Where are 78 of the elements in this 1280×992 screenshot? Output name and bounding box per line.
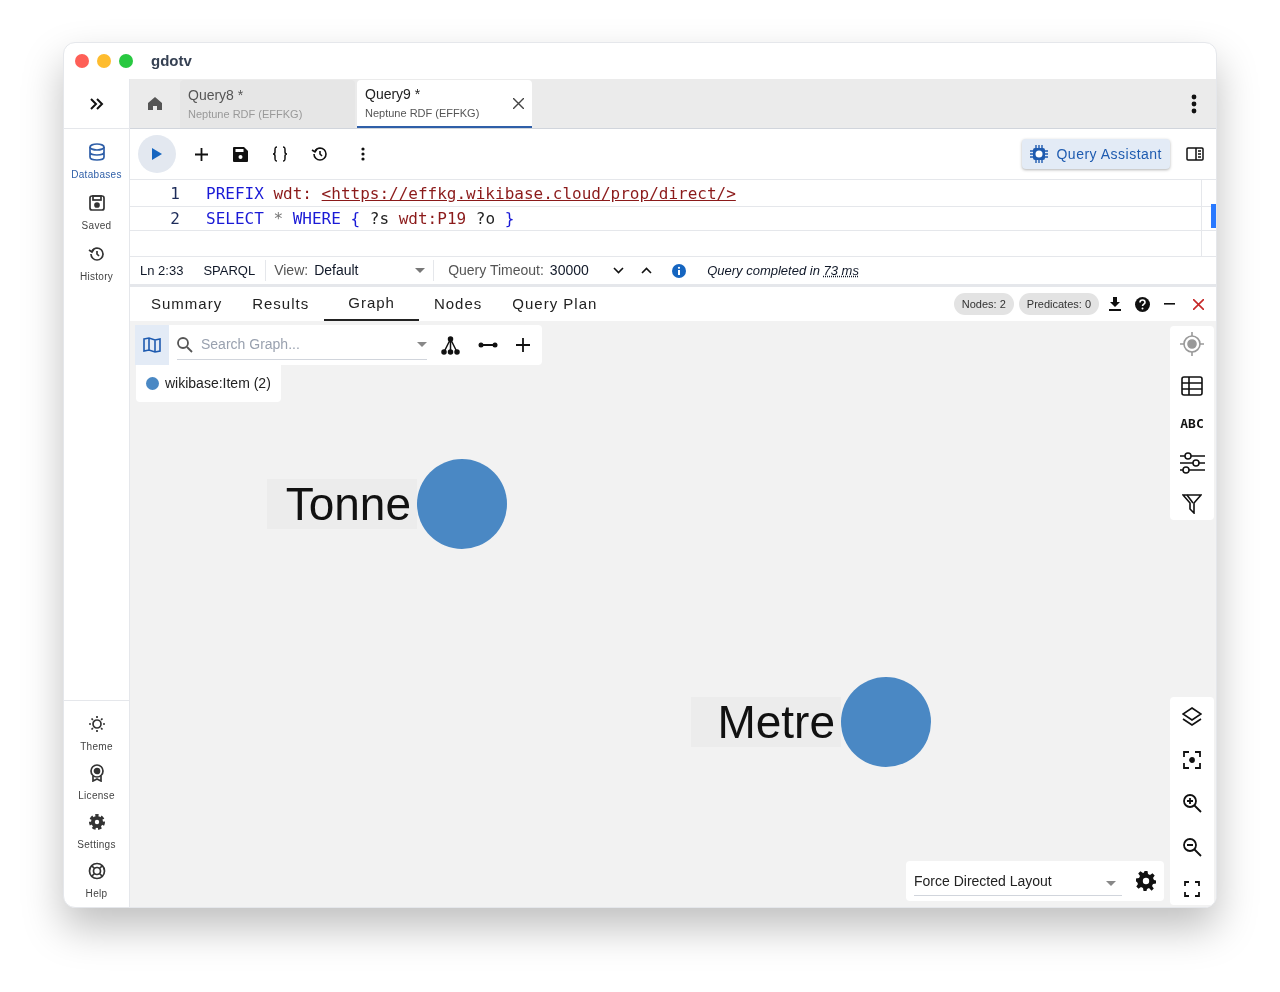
settings-icon[interactable]	[1136, 871, 1156, 891]
settings-icon	[87, 813, 106, 831]
view-dropdown[interactable]: View: Default	[265, 260, 426, 281]
line-number: 1	[169, 182, 180, 205]
cursor-position: Ln 2:33	[140, 261, 184, 280]
sidebar-item[interactable]: Databases	[66, 143, 127, 182]
result-tab[interactable]: Nodes	[418, 287, 498, 321]
minimize-icon[interactable]	[1164, 303, 1175, 305]
dropdown-caret-icon[interactable]	[417, 342, 427, 347]
save-icon	[87, 194, 106, 212]
close-window-button[interactable]	[75, 54, 89, 68]
sliders-icon[interactable]	[1179, 452, 1205, 474]
ai-chip-icon	[1030, 145, 1049, 163]
code-line: SELECT * WHERE { ?s wdt:P19 ?o }	[206, 207, 515, 230]
sidebar-item[interactable]: License	[66, 764, 127, 803]
side-panel-icon[interactable]	[1186, 147, 1204, 161]
help-icon[interactable]	[1135, 296, 1150, 312]
theme-icon	[87, 715, 106, 733]
result-tab[interactable]: Results	[237, 287, 325, 321]
database-icon	[87, 143, 106, 161]
sidebar-item[interactable]: Help	[66, 862, 127, 901]
result-tab[interactable]: Query Plan	[497, 287, 613, 321]
chevron-down-icon[interactable]	[613, 267, 625, 274]
history-icon[interactable]	[311, 146, 328, 162]
target-icon[interactable]	[1180, 332, 1204, 356]
add-icon[interactable]	[195, 147, 208, 161]
add-icon[interactable]	[516, 338, 530, 352]
count-chip: Nodes: 2	[953, 292, 1014, 316]
focus-icon[interactable]	[1183, 751, 1201, 769]
window-title: gdotv	[151, 50, 192, 71]
code-line: PREFIX wdt: <https://effkg.wikibase.cloud/prop/direct/>	[206, 182, 736, 205]
info-icon	[672, 263, 687, 278]
edge-icon[interactable]	[478, 341, 498, 349]
braces-icon[interactable]	[272, 146, 288, 162]
hierarchy-icon[interactable]	[441, 335, 460, 355]
sidebar-item[interactable]: Theme	[66, 715, 127, 754]
more-icon[interactable]	[361, 147, 365, 161]
zoom-out-icon[interactable]	[1182, 837, 1202, 857]
sidebar-item[interactable]: History	[66, 245, 127, 284]
query-tab[interactable]: Query8 * Neptune RDF (EFFKG)	[180, 80, 355, 128]
help-icon	[87, 862, 106, 880]
filter-icon[interactable]	[1182, 494, 1202, 514]
close-icon[interactable]	[513, 97, 524, 109]
table-icon[interactable]	[1181, 376, 1203, 396]
search-field[interactable]: Search Graph...	[177, 330, 427, 360]
language-label: SPARQL	[203, 261, 256, 280]
count-chip: Predicates: 0	[1018, 292, 1099, 316]
timeout-field[interactable]: Query Timeout: 30000	[433, 260, 614, 281]
line-number: 2	[169, 207, 180, 230]
save-icon[interactable]	[233, 146, 248, 162]
more-icon[interactable]	[1191, 93, 1197, 114]
node-label: Tonne	[267, 479, 417, 529]
run-button[interactable]	[138, 135, 176, 173]
scroll-marker	[1211, 204, 1216, 228]
node-label: Metre	[691, 697, 841, 747]
expand-icon[interactable]	[88, 96, 105, 111]
search-icon	[177, 336, 193, 353]
map-icon[interactable]	[143, 337, 161, 353]
status-message: Query completed in 73 ms	[707, 261, 859, 280]
play-icon	[151, 147, 163, 161]
query-tab[interactable]: Query9 * Neptune RDF (EFFKG)	[357, 80, 532, 128]
dropdown-caret-icon	[415, 268, 426, 273]
chevron-up-icon[interactable]	[641, 267, 653, 274]
sidebar-item[interactable]: Saved	[66, 194, 127, 233]
zoom-in-icon[interactable]	[1182, 793, 1202, 813]
text-labels-icon[interactable]: ABC	[1180, 416, 1204, 432]
license-icon	[87, 764, 106, 782]
query-assistant-button[interactable]: Query Assistant	[1022, 139, 1170, 169]
dropdown-caret-icon	[1106, 881, 1116, 886]
result-tab[interactable]: Summary	[136, 287, 238, 321]
home-icon[interactable]	[147, 96, 163, 111]
close-icon[interactable]	[1193, 298, 1204, 310]
layers-icon[interactable]	[1182, 707, 1202, 727]
fullscreen-icon[interactable]	[1184, 881, 1200, 897]
history-icon	[87, 245, 106, 263]
download-icon[interactable]	[1109, 297, 1121, 311]
search-input[interactable]: Search Graph...	[201, 334, 409, 355]
sidebar-item[interactable]: Settings	[66, 813, 127, 852]
